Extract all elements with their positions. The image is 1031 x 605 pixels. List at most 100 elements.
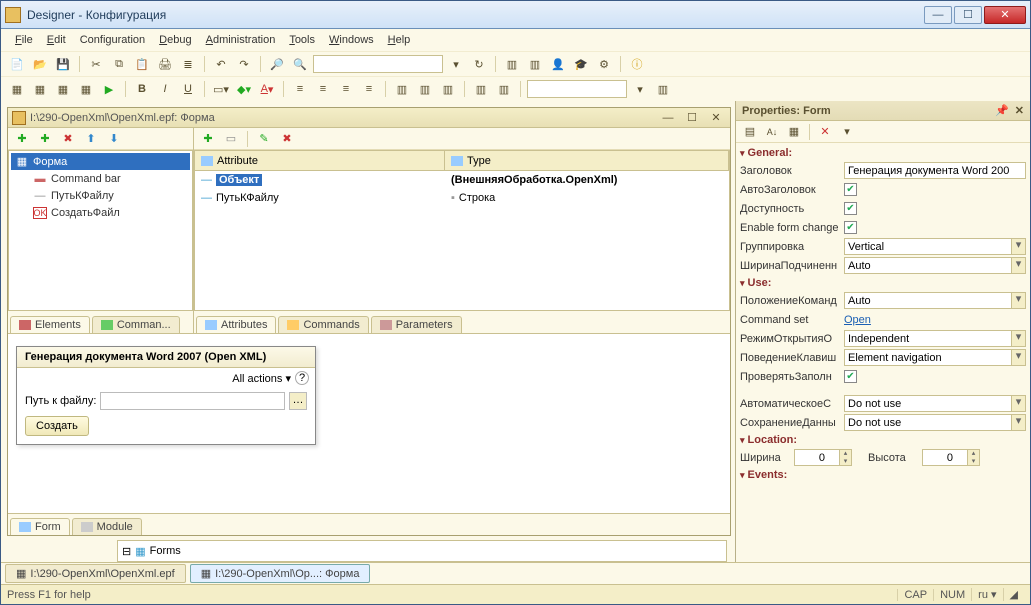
menu-debug[interactable]: Debug (153, 32, 197, 48)
minimize-button[interactable]: — (924, 6, 952, 24)
zoom-icon[interactable]: 🔍 (290, 54, 310, 74)
status-lang[interactable]: ru ▾ (971, 588, 1002, 601)
menu-windows[interactable]: Windows (323, 32, 380, 48)
add2-icon[interactable]: ✚ (35, 129, 55, 149)
g6-icon[interactable]: ▥ (653, 79, 673, 99)
tab-commands-left[interactable]: Comman... (92, 316, 180, 333)
dd-icon[interactable]: ▾ (837, 122, 857, 142)
form3-icon[interactable]: ▦ (53, 79, 73, 99)
panel-close-icon[interactable]: ✕ (1015, 104, 1024, 117)
prop-cmdpos-combo[interactable]: Auto▾ (844, 292, 1026, 309)
mdi-max-icon[interactable]: ☐ (682, 108, 702, 128)
menu-tools[interactable]: Tools (283, 32, 321, 48)
status-resize-icon[interactable]: ◢ (1003, 588, 1024, 601)
tree-item[interactable]: ▬Command bar (11, 170, 190, 187)
open-icon[interactable]: 📂 (30, 54, 50, 74)
prop-autosave-combo[interactable]: Do not use▾ (844, 395, 1026, 412)
print-icon[interactable]: 🖨 (155, 54, 175, 74)
find-icon[interactable]: 🔎 (267, 54, 287, 74)
bold-icon[interactable]: B (132, 79, 152, 99)
prop-height-spinner[interactable]: ▴▾ (922, 449, 980, 466)
path-input[interactable] (100, 392, 285, 410)
prop-cmdset-link[interactable]: Open (844, 314, 871, 326)
up-icon[interactable]: ⬆ (81, 129, 101, 149)
new-icon[interactable]: 📄 (7, 54, 27, 74)
attr-add2-icon[interactable]: ▭ (221, 129, 241, 149)
create-button[interactable]: Создать (25, 416, 89, 436)
db1-icon[interactable]: ▥ (502, 54, 522, 74)
maximize-button[interactable]: ☐ (954, 6, 982, 24)
x-icon[interactable]: ✕ (815, 122, 835, 142)
menu-file[interactable]: File (9, 32, 39, 48)
align-l-icon[interactable]: ≡ (290, 79, 310, 99)
search-go-icon[interactable]: ▾ (446, 54, 466, 74)
form4-icon[interactable]: ▦ (76, 79, 96, 99)
close-button[interactable]: ✕ (984, 6, 1026, 24)
doc-tab[interactable]: ▦I:\290-OpenXml\Op...: Форма (190, 564, 371, 583)
attr-del-icon[interactable]: ✖ (277, 129, 297, 149)
prop-avail-check[interactable]: ✔ (844, 202, 857, 215)
prop-title-input[interactable] (844, 162, 1026, 179)
all-actions-link[interactable]: All actions ▾ (232, 372, 291, 385)
grid-row[interactable]: —ПутьКФайлу ▪ Строка (195, 189, 729, 207)
prop-openmode-combo[interactable]: Independent▾ (844, 330, 1026, 347)
help-circle-icon[interactable]: ? (295, 371, 309, 385)
minus-icon[interactable]: ⊟ (122, 545, 131, 558)
tab-form[interactable]: Form (10, 518, 70, 535)
refresh-icon[interactable]: ↻ (469, 54, 489, 74)
section-location[interactable]: Location: (740, 432, 1026, 448)
help-icon[interactable]: ⓘ (627, 54, 647, 74)
attr-add-icon[interactable]: ✚ (198, 129, 218, 149)
g4-icon[interactable]: ▥ (471, 79, 491, 99)
section-events[interactable]: Events: (740, 467, 1026, 483)
sort-cat-icon[interactable]: ▤ (740, 122, 760, 142)
tab-module[interactable]: Module (72, 518, 142, 535)
copy-icon[interactable]: ⧉ (109, 54, 129, 74)
tree-item[interactable]: —ПутьКФайлу (11, 187, 190, 204)
menu-administration[interactable]: Administration (200, 32, 282, 48)
underline-icon[interactable]: U (178, 79, 198, 99)
align-j-icon[interactable]: ≡ (359, 79, 379, 99)
prop-enable-check[interactable]: ✔ (844, 221, 857, 234)
color2-icon[interactable]: ◆▾ (234, 79, 254, 99)
browse-button[interactable]: … (289, 392, 307, 410)
prop-checkfill-check[interactable]: ✔ (844, 370, 857, 383)
doc-tab[interactable]: ▦I:\290-OpenXml\OpenXml.epf (5, 564, 186, 583)
search-input[interactable] (313, 55, 443, 73)
attributes-grid[interactable]: —Объект (ВнешняяОбработка.OpenXml) —Путь… (194, 170, 730, 311)
tab-parameters[interactable]: Parameters (371, 316, 462, 333)
form2-icon[interactable]: ▦ (30, 79, 50, 99)
prop-width-spinner[interactable]: ▴▾ (794, 449, 852, 466)
del-icon[interactable]: ✖ (58, 129, 78, 149)
italic-icon[interactable]: I (155, 79, 175, 99)
g3-icon[interactable]: ▥ (438, 79, 458, 99)
prop-autotitle-check[interactable]: ✔ (844, 183, 857, 196)
run-icon[interactable]: ▶ (99, 79, 119, 99)
tree-root[interactable]: ▦ Форма (11, 153, 190, 170)
combo-input[interactable] (527, 80, 627, 98)
tab-attributes[interactable]: Attributes (196, 316, 276, 333)
tab-commands[interactable]: Commands (278, 316, 368, 333)
form-icon[interactable]: ▦ (7, 79, 27, 99)
tree-item[interactable]: OKСоздатьФайл (11, 204, 190, 221)
save-icon[interactable]: 💾 (53, 54, 73, 74)
menu-configuration[interactable]: Configuration (74, 32, 151, 48)
attr-edit-icon[interactable]: ✎ (254, 129, 274, 149)
tab-elements[interactable]: Elements (10, 316, 90, 333)
grid-row[interactable]: —Объект (ВнешняяОбработка.OpenXml) (195, 171, 729, 189)
g2-icon[interactable]: ▥ (415, 79, 435, 99)
g5-icon[interactable]: ▥ (494, 79, 514, 99)
undo-icon[interactable]: ↶ (211, 54, 231, 74)
section-use[interactable]: Use: (740, 275, 1026, 291)
prop-keybeh-combo[interactable]: Element navigation▾ (844, 349, 1026, 366)
menu-edit[interactable]: Edit (41, 32, 72, 48)
prop-childwidth-combo[interactable]: Auto▾ (844, 257, 1026, 274)
add-icon[interactable]: ✚ (12, 129, 32, 149)
down-icon[interactable]: ⬇ (104, 129, 124, 149)
db2-icon[interactable]: ▥ (525, 54, 545, 74)
wizard-icon[interactable]: 🎓 (571, 54, 591, 74)
paste-icon[interactable]: 📋 (132, 54, 152, 74)
cut-icon[interactable]: ✂ (86, 54, 106, 74)
sort-az-icon[interactable]: A↓ (762, 122, 782, 142)
prop-grouping-combo[interactable]: Vertical▾ (844, 238, 1026, 255)
